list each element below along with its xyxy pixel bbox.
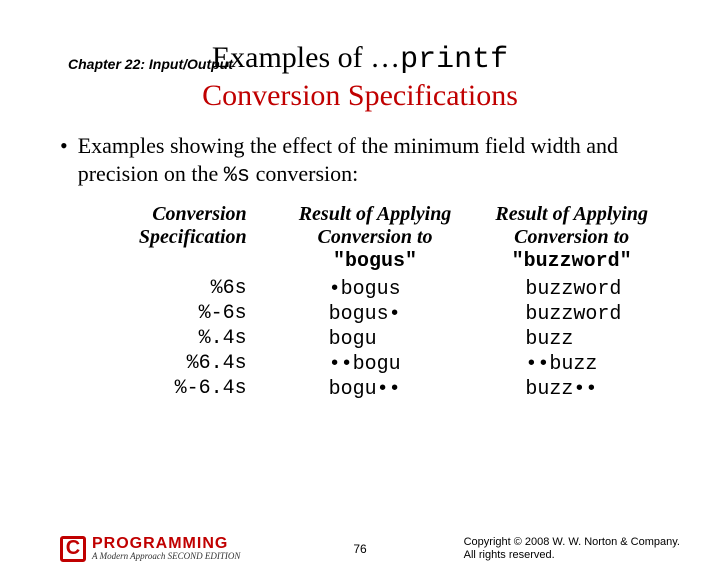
title-prefix: Examples of …: [212, 41, 400, 74]
bullet-item: • Examples showing the effect of the min…: [60, 132, 680, 189]
table-row: •bogus: [277, 277, 474, 302]
page-number: 76: [353, 542, 366, 556]
slide-title: Examples of …printf Conversion Specifica…: [0, 40, 720, 114]
table-row: ••buzz: [473, 352, 670, 377]
table-row: buzz: [473, 327, 670, 352]
bullet-marker: •: [60, 132, 68, 160]
table-row: ••bogu: [277, 352, 474, 377]
table-row: %-6.4s: [80, 376, 277, 401]
bullet-code: %s: [224, 163, 250, 188]
table-row: bogu: [277, 327, 474, 352]
head-text: Conversion to: [514, 226, 629, 248]
title-code: printf: [400, 43, 508, 77]
col-head-spec: Conversion Specification: [80, 203, 277, 272]
logo-title: PROGRAMMING: [92, 536, 240, 552]
col-buzzword: Result of Applying Conversion to "buzzwo…: [473, 203, 670, 402]
head-text: Specification: [139, 226, 247, 248]
head-text: Result of Applying: [299, 203, 452, 225]
logo-subtitle: A Modern Approach SECOND EDITION: [92, 552, 240, 561]
col-bogus: Result of Applying Conversion to "bogus"…: [277, 203, 474, 402]
head-text: Conversion to: [317, 226, 432, 248]
head-text: Result of Applying: [495, 203, 648, 225]
title-subtitle: Conversion Specifications: [202, 79, 518, 112]
head-code: "buzzword": [512, 250, 632, 273]
head-text: Conversion: [152, 203, 246, 225]
head-code: "bogus": [333, 250, 417, 273]
bullet-text: Examples showing the effect of the minim…: [78, 132, 680, 189]
bullet-part-b: conversion:: [250, 161, 358, 186]
table-row: buzz••: [473, 377, 670, 402]
table-row: %6.4s: [80, 351, 277, 376]
col-head-bogus: Result of Applying Conversion to "bogus": [277, 203, 474, 273]
col-head-buzzword: Result of Applying Conversion to "buzzwo…: [473, 203, 670, 273]
copyright-line: All rights reserved.: [464, 549, 555, 561]
chapter-label: Chapter 22: Input/Output: [68, 56, 233, 72]
logo-text: PROGRAMMING A Modern Approach SECOND EDI…: [92, 536, 240, 561]
table-row: bogu••: [277, 377, 474, 402]
copyright-line: Copyright © 2008 W. W. Norton & Company.: [464, 536, 680, 548]
table-row: %6s: [80, 276, 277, 301]
table-row: buzzword: [473, 302, 670, 327]
table-row: %-6s: [80, 301, 277, 326]
col-spec: Conversion Specification %6s %-6s %.4s %…: [80, 203, 277, 402]
table-row: bogus•: [277, 302, 474, 327]
table-row: %.4s: [80, 326, 277, 351]
table-row: buzzword: [473, 277, 670, 302]
conversion-table: Conversion Specification %6s %-6s %.4s %…: [80, 203, 670, 402]
